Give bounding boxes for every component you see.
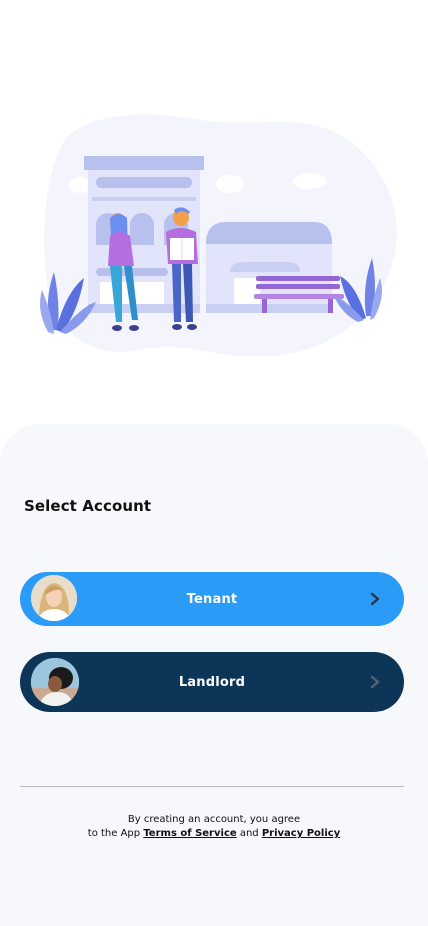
hero-illustration [0, 0, 428, 424]
chevron-right-icon [368, 675, 382, 689]
divider [20, 786, 404, 787]
landlord-label: Landlord [178, 674, 246, 690]
legal-conjunction: and [236, 828, 262, 839]
legal-line-1: By creating an account, you agree [127, 814, 301, 825]
section-title: Select Account [24, 497, 152, 515]
account-selection-panel: Select Account Tenant Landlord By creati… [0, 424, 428, 926]
terms-of-service-link[interactable]: Terms of Service [143, 828, 236, 839]
city-street-people-illustration [40, 114, 397, 357]
chevron-right-icon [368, 592, 382, 606]
select-account-screen: Select Account Tenant Landlord By creati… [0, 0, 428, 926]
privacy-policy-link[interactable]: Privacy Policy [262, 828, 340, 839]
tenant-button[interactable]: Tenant [20, 572, 404, 626]
tenant-avatar [31, 575, 77, 621]
legal-line-2-prefix: to the App [87, 828, 144, 839]
landlord-avatar [31, 658, 79, 706]
legal-notice: By creating an account, you agree to the… [0, 813, 428, 841]
landlord-button[interactable]: Landlord [20, 652, 404, 712]
legal-line-2: to the App Terms of Service and Privacy … [0, 827, 428, 841]
tenant-label: Tenant [186, 591, 238, 607]
